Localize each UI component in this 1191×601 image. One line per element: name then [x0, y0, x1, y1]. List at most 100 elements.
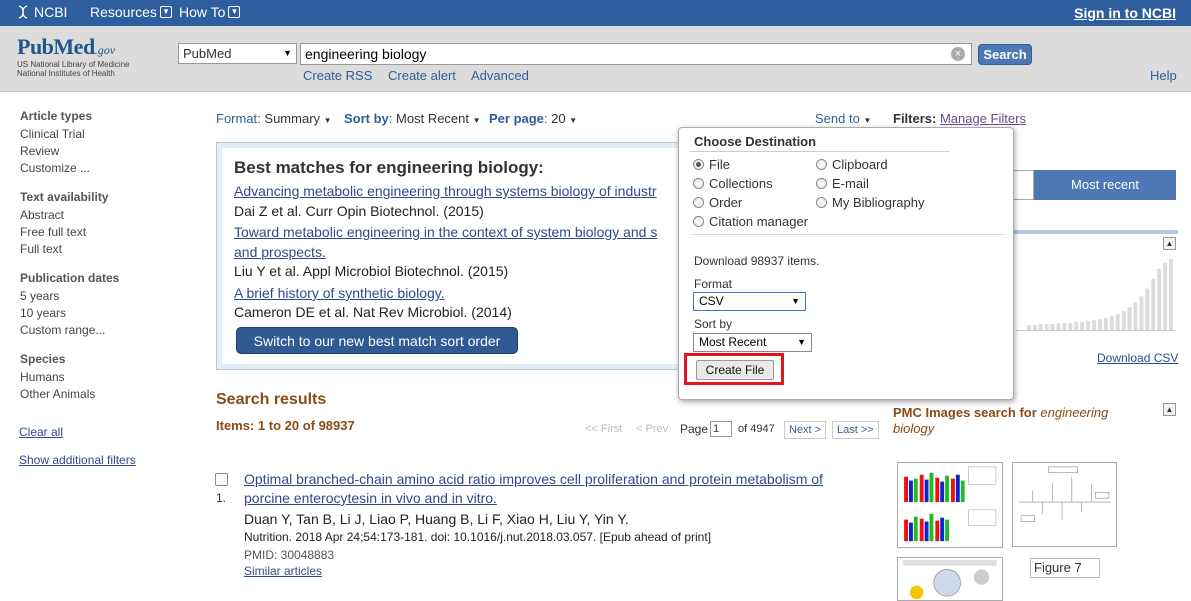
best-match-cite-3: Cameron DE et al. Nat Rev Microbiol. (20… [234, 304, 512, 320]
nlm-line: US National Library of Medicine [17, 60, 130, 69]
most-recent-button[interactable]: Most recent [1034, 170, 1176, 200]
collapse-icon[interactable]: ▲ [1163, 403, 1176, 416]
sort-by-value: Most Recent [396, 111, 470, 126]
filter-other-animals[interactable]: Other Animals [20, 387, 95, 401]
create-file-button[interactable]: Create File [696, 360, 774, 380]
sort-by-label: Sort by [344, 111, 389, 126]
filter-customize[interactable]: Customize ... [20, 161, 90, 175]
filter-humans[interactable]: Humans [20, 370, 65, 384]
result-journal: Nutrition. 2018 Apr 24;54:173-181. doi: … [244, 530, 712, 544]
pubmed-logo[interactable]: PubMed.gov US National Library of Medici… [17, 34, 130, 78]
filter-free-full-text[interactable]: Free full text [20, 225, 86, 239]
filter-clinical-trial[interactable]: Clinical Trial [20, 127, 85, 141]
file-format-select[interactable]: CSV ▼ [693, 292, 806, 311]
caret-down-icon: ▼ [863, 116, 872, 125]
per-page-dropdown[interactable]: Per page: 20 ▼ [489, 111, 577, 126]
clear-all-link[interactable]: Clear all [19, 425, 63, 439]
filter-10-years[interactable]: 10 years [20, 306, 66, 320]
search-input[interactable]: engineering biology × [300, 43, 972, 65]
destination-citation-manager-label: Citation manager [709, 214, 808, 229]
radio-selected-icon [693, 159, 704, 170]
chevron-down-icon: ▼ [228, 6, 241, 18]
ncbi-logo[interactable]: NCBI [16, 4, 67, 20]
prev-page-link[interactable]: < Prev [636, 423, 668, 435]
show-additional-filters-link[interactable]: Show additional filters [19, 453, 136, 467]
pmc-thumbnail-1[interactable] [897, 462, 1003, 548]
file-sort-label: Sort by [694, 317, 733, 331]
items-count: Items: 1 to 20 of 98937 [216, 418, 355, 433]
download-csv-link[interactable]: Download CSV [1097, 351, 1178, 365]
destination-order-radio[interactable]: Order [693, 195, 742, 210]
first-page-link[interactable]: << First [585, 423, 622, 435]
panel-divider [1012, 230, 1178, 234]
next-page-button[interactable]: Next > [784, 421, 827, 439]
per-page-label: Per page [489, 111, 544, 126]
radio-icon [693, 216, 704, 227]
destination-my-bibliography-radio[interactable]: My Bibliography [816, 195, 925, 210]
nih-line: National Institutes of Health [17, 69, 115, 78]
radio-icon [693, 197, 704, 208]
destination-file-radio[interactable]: File [693, 157, 730, 172]
destination-clipboard-radio[interactable]: Clipboard [816, 157, 888, 172]
send-to-dropdown[interactable]: Send to ▼ [815, 111, 871, 126]
search-button[interactable]: Search [978, 44, 1032, 65]
file-sort-select[interactable]: Most Recent ▼ [693, 333, 812, 352]
database-select[interactable]: PubMed ▼ [178, 43, 297, 64]
best-match-link-1[interactable]: Advancing metabolic engineering through … [234, 183, 679, 199]
filter-full-text[interactable]: Full text [20, 242, 62, 256]
pmc-thumbnail-2[interactable] [1012, 462, 1117, 547]
destination-citation-manager-radio[interactable]: Citation manager [693, 214, 808, 229]
result-checkbox[interactable] [215, 473, 228, 486]
switch-best-match-button[interactable]: Switch to our new best match sort order [236, 327, 518, 354]
last-page-button[interactable]: Last >> [832, 421, 879, 439]
filter-review[interactable]: Review [20, 144, 59, 158]
page-number-input[interactable]: 1 [710, 421, 732, 437]
radio-icon [816, 178, 827, 189]
popup-divider [690, 151, 950, 152]
sort-toggle-left[interactable] [1012, 170, 1034, 200]
caret-down-icon: ▼ [472, 116, 481, 125]
pmc-thumbnail-3[interactable] [897, 557, 1003, 601]
filter-heading-publication-dates: Publication dates [20, 271, 120, 285]
caret-down-icon: ▼ [569, 116, 578, 125]
best-match-cite-2: Liu Y et al. Appl Microbiol Biotechnol. … [234, 263, 509, 279]
page-count: of 4947 [738, 423, 775, 435]
resources-label: Resources [90, 4, 157, 20]
create-rss-link[interactable]: Create RSS [303, 68, 372, 83]
howto-label: How To [179, 4, 226, 20]
popup-divider [690, 234, 1006, 235]
best-match-link-2-cont[interactable]: and prospects. [234, 244, 326, 260]
filter-abstract[interactable]: Abstract [20, 208, 64, 222]
filter-5-years[interactable]: 5 years [20, 289, 59, 303]
advanced-link[interactable]: Advanced [471, 68, 529, 83]
destination-collections-radio[interactable]: Collections [693, 176, 773, 191]
help-link[interactable]: Help [1150, 68, 1177, 83]
pubmed-logo-gov: .gov [94, 43, 116, 57]
create-alert-link[interactable]: Create alert [388, 68, 456, 83]
sign-in-link[interactable]: Sign in to NCBI [1074, 5, 1176, 21]
manage-filters-link[interactable]: Manage Filters [940, 111, 1026, 126]
result-title-link-cont[interactable]: porcine enterocytesin in vivo and in vit… [244, 490, 497, 506]
collapse-icon[interactable]: ▲ [1163, 237, 1176, 250]
radio-icon [816, 159, 827, 170]
destination-my-bibliography-label: My Bibliography [832, 195, 925, 210]
howto-menu[interactable]: How To ▼ [179, 4, 241, 20]
similar-articles-link[interactable]: Similar articles [244, 564, 322, 578]
destination-email-radio[interactable]: E-mail [816, 176, 869, 191]
clear-icon[interactable]: × [951, 47, 965, 61]
pmc-heading-text: PMC Images search for [893, 405, 1037, 420]
results-by-year-chart[interactable] [1016, 255, 1176, 331]
search-query: engineering biology [305, 46, 427, 62]
page-label: Page [680, 422, 709, 436]
sort-by-dropdown[interactable]: Sort by: Most Recent ▼ [344, 111, 481, 126]
resources-menu[interactable]: Resources ▼ [90, 4, 172, 20]
dropdown-arrow-icon: ▼ [797, 337, 806, 347]
best-match-link-2[interactable]: Toward metabolic engineering in the cont… [234, 224, 679, 240]
best-match-link-3[interactable]: A brief history of synthetic biology. [234, 285, 445, 301]
send-to-label: Send to [815, 111, 860, 126]
format-dropdown[interactable]: Format: Summary ▼ [216, 111, 332, 126]
filter-custom-range[interactable]: Custom range... [20, 323, 105, 337]
figure-7-image[interactable]: Figure 7 [1030, 558, 1100, 578]
result-title-link[interactable]: Optimal branched-chain amino acid ratio … [244, 471, 823, 487]
result-pmid: PMID: 30048883 [244, 548, 335, 562]
